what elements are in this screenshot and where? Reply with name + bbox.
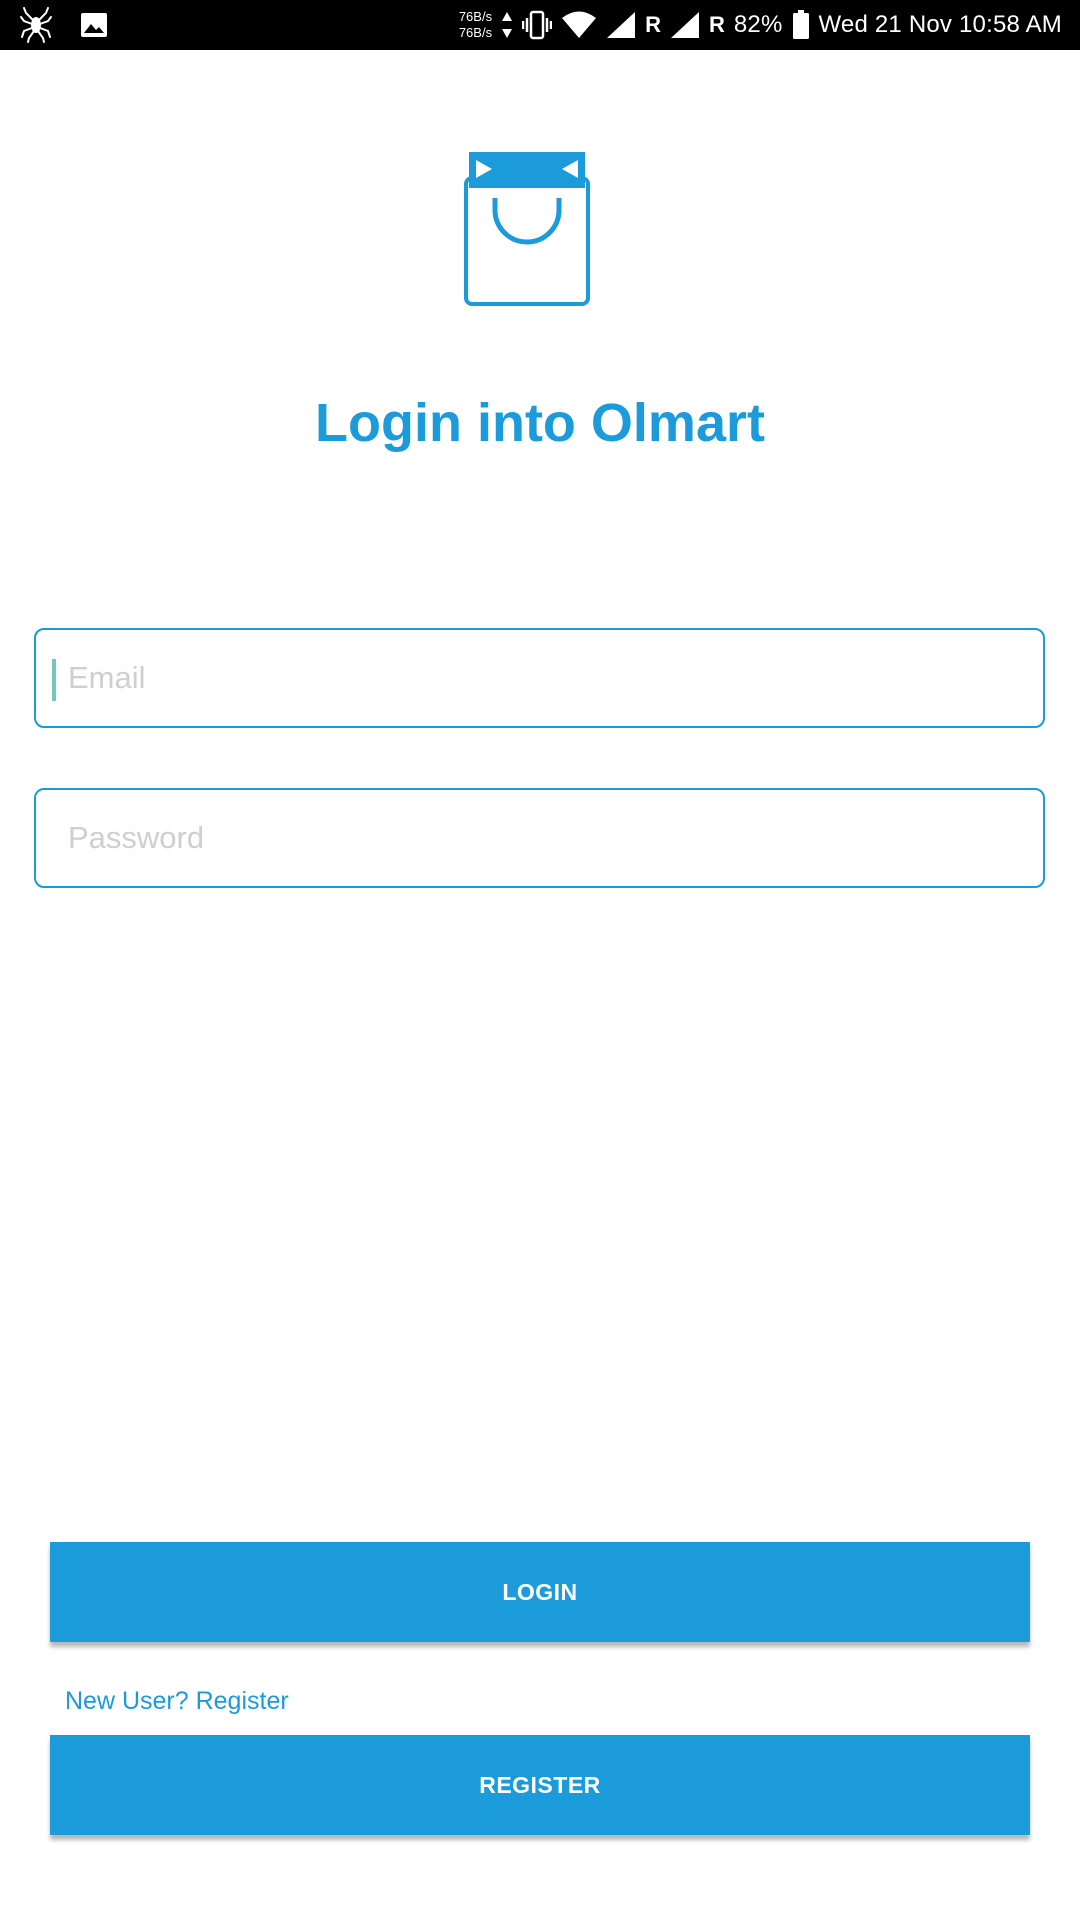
status-datetime: Wed 21 Nov 10:58 AM (818, 11, 1062, 38)
password-field[interactable] (34, 788, 1045, 888)
data-arrows-icon (501, 11, 513, 39)
new-user-register-link[interactable]: New User? Register (65, 1687, 289, 1716)
battery-percent: 82% (733, 11, 783, 38)
page-title: Login into Olmart (315, 393, 765, 453)
status-bar: 76B/s 76B/s R R 82% Wed 21 Nov 10:58 AM (0, 0, 1080, 50)
login-screen: 76B/s 76B/s R R 82% Wed 21 Nov 10:58 AM … (0, 0, 1080, 1920)
status-bar-notifications (20, 6, 108, 44)
login-button[interactable]: LOGIN (50, 1542, 1030, 1642)
wifi-icon (561, 11, 597, 39)
network-speed: 76B/s 76B/s (459, 9, 492, 41)
vibrate-icon (522, 10, 553, 40)
net-speed-up: 76B/s (458, 9, 493, 24)
network-type-label: R (645, 12, 661, 37)
password-input[interactable] (36, 790, 1043, 886)
register-button[interactable]: REGISTER (50, 1735, 1030, 1835)
shopping-bag-icon (462, 150, 592, 310)
status-bar-system: 76B/s 76B/s R R 82% Wed 21 Nov 10:58 AM (459, 0, 1062, 50)
net-speed-down: 76B/s (458, 25, 493, 40)
email-field[interactable] (34, 628, 1045, 728)
signal-icon (670, 11, 700, 39)
email-input[interactable] (36, 630, 1043, 726)
signal-icon (606, 11, 636, 39)
network-type-label: R (708, 12, 725, 37)
gallery-icon (80, 12, 108, 38)
battery-icon (792, 10, 810, 40)
spider-icon (20, 7, 52, 43)
